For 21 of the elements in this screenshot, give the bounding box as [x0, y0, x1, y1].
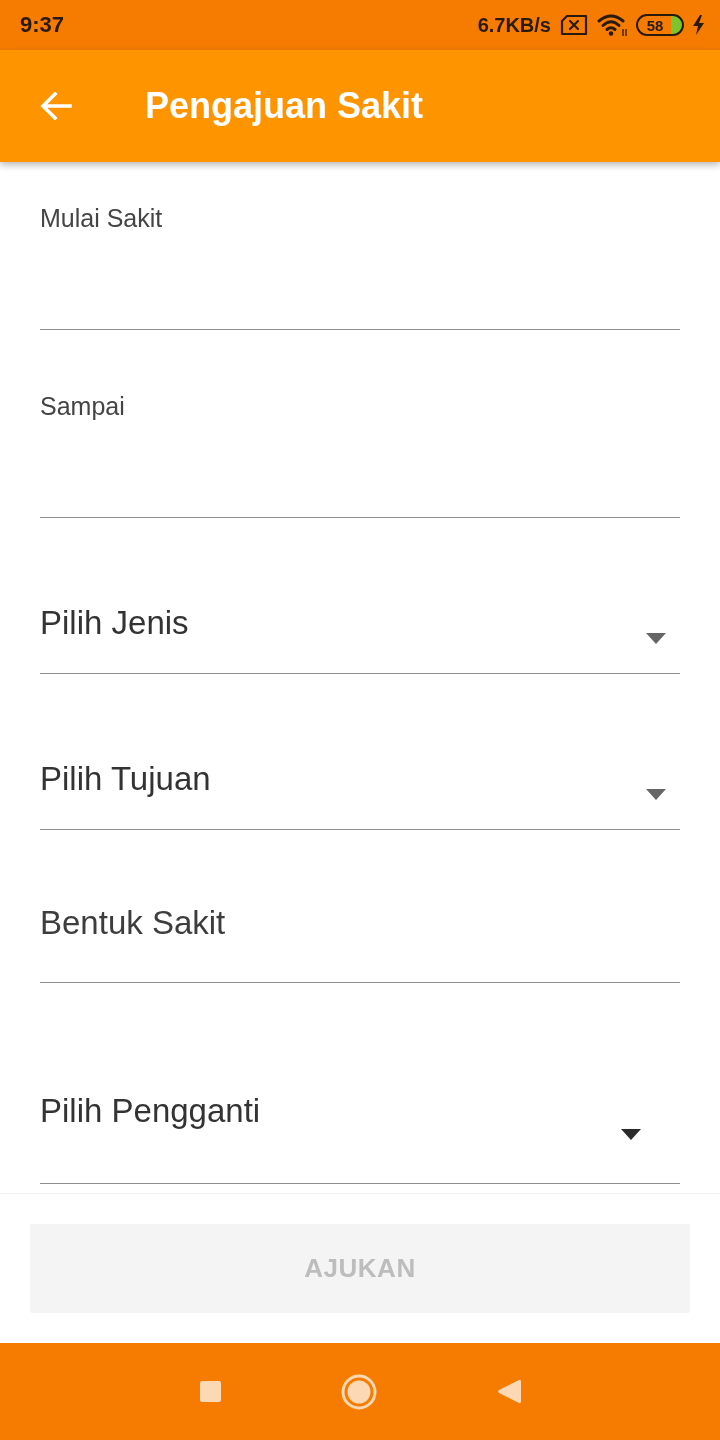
- status-time: 9:37: [20, 12, 65, 38]
- charging-bolt-icon: [693, 15, 704, 35]
- dropdown-caret-icon: [621, 1129, 641, 1140]
- back-arrow-icon: [40, 92, 72, 120]
- wifi-icon: [597, 13, 627, 37]
- dropdown-caret-icon: [646, 633, 666, 644]
- square-icon[interactable]: [199, 1381, 221, 1402]
- back-icon[interactable]: [496, 1378, 521, 1405]
- network-speed: 6.7KB/s: [477, 13, 551, 37]
- date-field[interactable]: Mulai Sakit: [40, 200, 680, 330]
- battery-indicator: 58: [636, 14, 684, 36]
- dropdown-caret-icon: [646, 789, 666, 800]
- home-icon[interactable]: [340, 1373, 377, 1410]
- sim-card-icon: [560, 14, 588, 36]
- screen-title: Pengajuan Sakit: [145, 84, 424, 128]
- text-field[interactable]: Bentuk Sakit: [40, 892, 680, 983]
- dropdown[interactable]: Pilih Tujuan: [40, 740, 680, 830]
- dropdown[interactable]: Pilih Pengganti: [40, 1072, 680, 1184]
- back-button[interactable]: [40, 90, 72, 122]
- dropdown[interactable]: Pilih Jenis: [40, 584, 680, 674]
- date-field[interactable]: Sampai: [40, 388, 680, 518]
